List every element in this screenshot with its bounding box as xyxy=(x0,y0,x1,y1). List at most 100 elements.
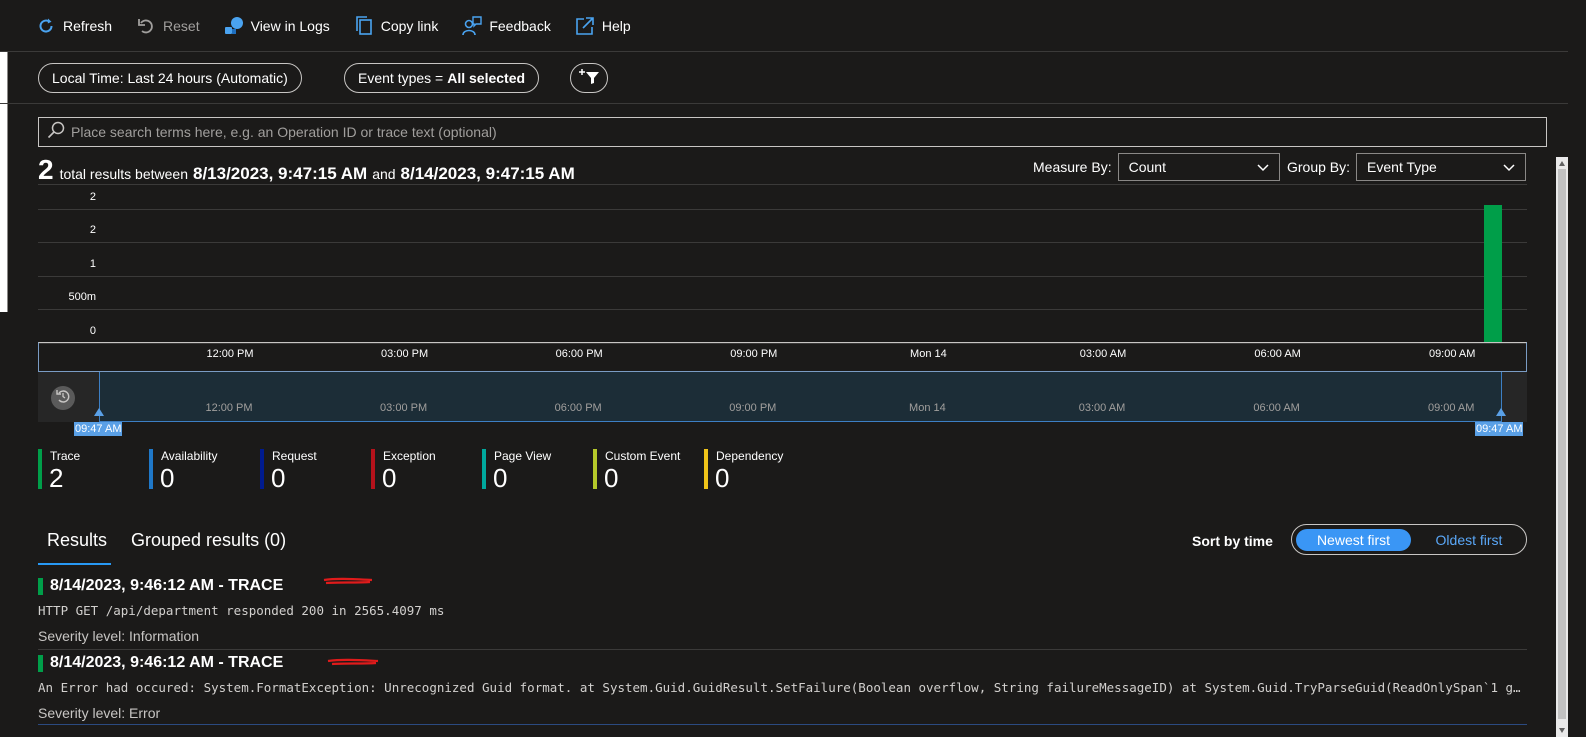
measure-by-dropdown[interactable]: Count xyxy=(1117,153,1280,181)
y-tick-label: 2 xyxy=(89,191,96,203)
summary-and-text: and xyxy=(372,166,396,182)
result-row[interactable]: 8/14/2023, 9:46:12 AM - TRACE HTTP GET /… xyxy=(38,577,1527,648)
brush-end-label: 09:47 AM xyxy=(1475,422,1524,436)
sort-newest-button[interactable]: Newest first xyxy=(1296,529,1411,551)
legend-item[interactable]: Dependency 0 xyxy=(704,449,804,493)
brush-tick-label: 03:00 AM xyxy=(1078,402,1126,414)
feedback-label: Feedback xyxy=(489,17,551,34)
event-types-pill[interactable]: Event types = All selected xyxy=(344,63,540,93)
external-link-icon xyxy=(575,16,595,36)
trace-bar[interactable] xyxy=(1484,205,1502,342)
red-annotation-mark xyxy=(323,577,373,585)
legend-item[interactable]: Custom Event 0 xyxy=(593,449,693,493)
legend-value: 2 xyxy=(49,463,64,493)
active-tab-indicator xyxy=(38,563,111,565)
result-row[interactable]: 8/14/2023, 9:46:12 AM - TRACE An Error h… xyxy=(38,654,1527,725)
sort-label: Sort by time xyxy=(1192,533,1273,549)
trace-marker xyxy=(38,655,43,672)
legend-value: 0 xyxy=(604,463,619,493)
result-title: 8/14/2023, 9:46:12 AM - TRACE xyxy=(50,654,284,671)
feedback-button[interactable]: Feedback xyxy=(462,11,551,41)
reset-zoom-button[interactable] xyxy=(51,386,75,410)
legend-name: Custom Event xyxy=(605,449,681,463)
time-range-pill[interactable]: Local Time: Last 24 hours (Automatic) xyxy=(38,63,302,93)
refresh-button[interactable]: Refresh xyxy=(36,11,112,41)
legend-value: 0 xyxy=(271,463,286,493)
result-severity: Severity level: Information xyxy=(38,628,200,644)
brush-tick-label: 03:00 PM xyxy=(380,402,428,414)
gridline xyxy=(38,209,1527,210)
legend-color-swatch xyxy=(593,449,597,489)
reset-button[interactable]: Reset xyxy=(136,11,200,41)
help-label: Help xyxy=(601,17,631,34)
gridline xyxy=(38,276,1527,277)
result-message: An Error had occured: System.FormatExcep… xyxy=(38,680,1527,695)
tab-grouped-results[interactable]: Grouped results (0) xyxy=(131,530,286,551)
copy-link-button[interactable]: Copy link xyxy=(354,11,439,41)
brush-tick-label: 09:00 AM xyxy=(1427,402,1475,414)
row-divider xyxy=(38,724,1527,725)
group-by-label: Group By: xyxy=(1287,159,1351,175)
legend-color-swatch xyxy=(38,449,42,489)
brush-tick-label: Mon 14 xyxy=(909,402,946,414)
row-divider xyxy=(38,649,1527,650)
view-in-logs-button[interactable]: View in Logs xyxy=(224,11,330,41)
help-button[interactable]: Help xyxy=(575,11,631,41)
sort-oldest-button[interactable]: Oldest first xyxy=(1414,529,1524,551)
legend-name: Request xyxy=(272,449,317,463)
event-types-prefix: Event types = xyxy=(358,70,444,86)
feedback-icon xyxy=(462,15,483,36)
search-input[interactable] xyxy=(71,124,1541,140)
measure-by-control: Measure By: Count xyxy=(1033,153,1280,181)
legend-color-swatch xyxy=(371,449,375,489)
chevron-down-icon xyxy=(1503,159,1515,175)
x-tick-label: 09:00 PM xyxy=(730,348,778,360)
legend-item[interactable]: Page View 0 xyxy=(482,449,582,493)
scroll-up-arrow-icon[interactable] xyxy=(1559,161,1565,166)
reset-zoom-icon xyxy=(55,388,71,409)
vertical-scrollbar[interactable] xyxy=(1556,157,1568,737)
result-message: HTTP GET /api/department responded 200 i… xyxy=(38,603,445,618)
measure-by-value: Count xyxy=(1128,159,1166,175)
search-icon xyxy=(47,121,65,144)
filter-bar: Local Time: Last 24 hours (Automatic) Ev… xyxy=(0,52,1568,104)
legend-item[interactable]: Trace 2 xyxy=(38,449,138,493)
group-by-dropdown[interactable]: Event Type xyxy=(1356,153,1527,181)
brush-start-handle[interactable] xyxy=(94,408,104,416)
legend-item[interactable]: Exception 0 xyxy=(371,449,471,493)
time-brush[interactable]: 12:00 PM 03:00 PM 06:00 PM 09:00 PM Mon 14 03… xyxy=(38,372,1527,422)
events-chart[interactable]: 2 2 1 500m 0 xyxy=(38,190,1527,345)
scroll-down-arrow-icon[interactable] xyxy=(1559,728,1565,733)
copy-icon xyxy=(354,15,374,36)
group-by-control: Group By: Event Type xyxy=(1287,153,1527,181)
x-tick-label: 09:00 AM xyxy=(1428,348,1476,360)
gridline xyxy=(38,309,1527,310)
legend-name: Trace xyxy=(50,449,81,463)
group-by-value: Event Type xyxy=(1367,159,1437,175)
command-bar: Refresh Reset View in Logs Copy link Fee… xyxy=(0,0,1568,52)
add-filter-button[interactable] xyxy=(570,63,608,93)
y-tick-label: 500m xyxy=(68,291,96,303)
copy-link-label: Copy link xyxy=(380,17,439,34)
event-types-value: All selected xyxy=(447,70,526,86)
right-edge xyxy=(1568,0,1586,737)
sort-toggle: Newest first Oldest first xyxy=(1291,524,1527,555)
refresh-label: Refresh xyxy=(63,17,113,34)
x-tick-label: Mon 14 xyxy=(910,348,947,360)
trace-marker xyxy=(38,578,43,595)
legend-value: 0 xyxy=(160,463,175,493)
time-range-label: Local Time: Last 24 hours (Automatic) xyxy=(52,70,288,86)
tab-results[interactable]: Results xyxy=(47,530,107,551)
add-filter-icon xyxy=(578,67,600,90)
legend-color-swatch xyxy=(704,449,708,489)
x-tick-label: 03:00 PM xyxy=(381,348,429,360)
brush-selection[interactable] xyxy=(99,372,1502,422)
scroll-thumb[interactable] xyxy=(1558,169,1566,719)
legend-name: Availability xyxy=(161,449,218,463)
legend-item[interactable]: Availability 0 xyxy=(149,449,249,493)
brush-end-handle[interactable] xyxy=(1496,408,1506,416)
view-in-logs-label: View in Logs xyxy=(250,17,330,34)
x-tick-label: 06:00 AM xyxy=(1254,348,1301,360)
y-tick-label: 1 xyxy=(89,258,96,270)
legend-item[interactable]: Request 0 xyxy=(260,449,360,493)
